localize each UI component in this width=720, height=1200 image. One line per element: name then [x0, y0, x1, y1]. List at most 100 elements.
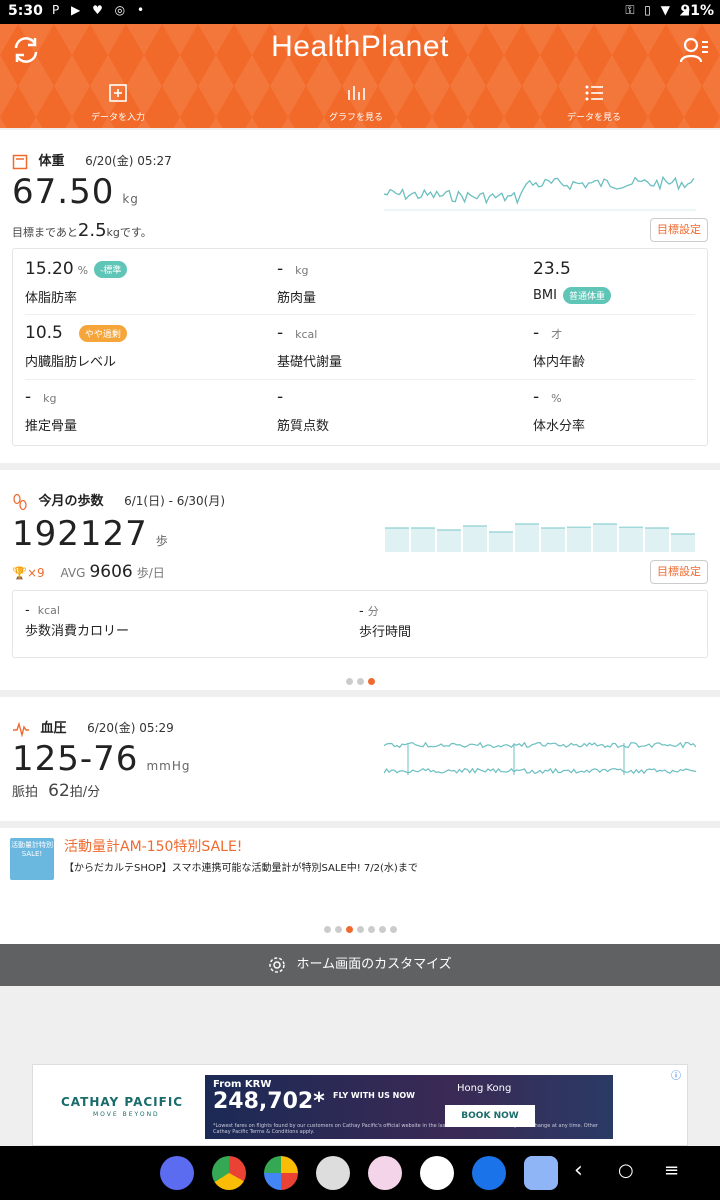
ad-fine-print: *Lowest fares on flights found by our cu…: [213, 1123, 598, 1135]
page-dot[interactable]: [389, 926, 397, 933]
steps-goal-button[interactable]: 目標設定: [650, 560, 708, 584]
chrome-app-icon[interactable]: [212, 1156, 246, 1190]
metric-value: -: [533, 387, 540, 407]
scale-icon: [12, 154, 28, 169]
metric-visceral-fat[interactable]: 10.5 やや過剰 内臓脂肪レベル: [13, 313, 243, 377]
ad-info-icon[interactable]: ⓘ: [671, 1067, 681, 1082]
ad-image[interactable]: From KRW 248,702* FLY WITH US NOW *Lowes…: [205, 1075, 613, 1139]
blood-pressure-card[interactable]: 血圧 6/20(金) 05:29 125-76 mmHg 脈拍 62拍/分: [0, 697, 720, 821]
metric-muscle-mass[interactable]: - kg 筋肉量: [265, 249, 495, 313]
metric-bone-mass[interactable]: - kg 推定骨量: [13, 377, 243, 441]
goal-suffix: です。: [119, 226, 152, 239]
steps-bar: [645, 528, 669, 552]
page-dot-active[interactable]: [367, 678, 375, 685]
metric-body-water[interactable]: -% 体水分率: [521, 377, 720, 441]
weight-value-row: 67.50 kg: [12, 172, 139, 212]
metric-unit: %: [77, 264, 89, 277]
page-dot[interactable]: [345, 678, 353, 685]
steps-value: 192127: [12, 514, 148, 554]
metric-value-row: - kcal: [277, 323, 317, 343]
recents-icon[interactable]: ≡: [664, 1160, 679, 1181]
bar-graph-icon: [296, 82, 416, 106]
calorie-label: 歩数消費カロリー: [25, 624, 130, 639]
weight-unit: kg: [122, 192, 139, 206]
status-badge: やや過剰: [78, 324, 127, 342]
user-menu-icon[interactable]: [678, 34, 710, 66]
steps-date-range: 6/1(日) - 6/30(月): [124, 494, 226, 508]
metric-body-age[interactable]: -才 体内年齢: [521, 313, 720, 377]
app-header: HealthPlanet データを入力 グラフを見る データを見る: [0, 24, 720, 128]
page-dot-active[interactable]: [345, 926, 353, 933]
battery-level: 91%: [680, 3, 714, 19]
steps-card[interactable]: 今月の歩数 6/1(日) - 6/30(月) 192127 歩 🏆×9 AVG 96…: [0, 470, 720, 690]
back-icon[interactable]: ‹: [574, 1158, 583, 1183]
app-drawer-icon[interactable]: [524, 1156, 558, 1190]
app-logo: HealthPlanet: [271, 30, 449, 63]
customize-home-button[interactable]: ホーム画面のカスタマイズ: [0, 944, 720, 986]
weight-title-row: 体重 6/20(金) 05:27: [12, 150, 172, 170]
bp-value: 125-76: [12, 739, 139, 779]
tab-view-data[interactable]: データを見る: [534, 82, 654, 123]
metric-muscle-quality[interactable]: - 筋質点数: [265, 377, 495, 441]
metric-unit: kcal: [295, 328, 318, 341]
avg-label: AVG: [60, 566, 86, 580]
metric-value-row: -: [277, 387, 283, 407]
metric-basal-metabolism[interactable]: - kcal 基礎代謝量: [265, 313, 495, 377]
status-badge: 普通体重: [562, 287, 611, 304]
notification-icons: P ▶ ♥ ◎ •: [52, 3, 149, 17]
tab-input-data[interactable]: データを入力: [58, 82, 178, 123]
walk-time-block: -分 歩行時間: [359, 603, 411, 640]
promo-text: 【からだカルテSHOP】スマホ連携可能な活動量計が特別SALE中! 7/2(水)…: [64, 863, 418, 874]
steps-value-row: 192127 歩: [12, 514, 169, 554]
messages-app-icon[interactable]: [160, 1156, 194, 1190]
status-badge: -標準: [94, 260, 128, 278]
page-dot[interactable]: [323, 926, 331, 933]
ad-city: Hong Kong: [457, 1083, 512, 1094]
metric-bmi[interactable]: 23.5 BMI 普通体重: [521, 249, 720, 313]
weight-goal-button[interactable]: 目標設定: [650, 218, 708, 242]
metric-label: 体脂肪率: [25, 291, 78, 306]
tab-view-graph[interactable]: グラフを見る: [296, 82, 416, 123]
promo-card[interactable]: 活動量計特別SALE! 活動量計AM-150特別SALE! 【からだカルテSHO…: [0, 828, 720, 944]
page-dot[interactable]: [356, 926, 364, 933]
steps-title-row: 今月の歩数 6/1(日) - 6/30(月): [12, 490, 225, 511]
calorie-value-row: - kcal: [25, 603, 129, 618]
home-icon[interactable]: ○: [618, 1160, 634, 1181]
ad-book-button[interactable]: BOOK NOW: [445, 1105, 535, 1127]
walk-time-value-row: -分: [359, 603, 411, 619]
metric-value: -: [277, 323, 284, 343]
page-dot[interactable]: [367, 926, 375, 933]
page-dot[interactable]: [356, 678, 364, 685]
weight-value: 67.50: [12, 172, 115, 212]
metric-value-row: 23.5: [533, 259, 571, 279]
metric-unit: kg: [43, 392, 57, 405]
promo-page-dots[interactable]: [0, 918, 720, 937]
photos-app-icon[interactable]: [264, 1156, 298, 1190]
steps-bar: [515, 524, 539, 552]
camera-app-icon[interactable]: [316, 1156, 350, 1190]
metric-label: 体水分率: [533, 419, 586, 434]
weight-metrics-grid: 15.20% -標準 体脂肪率 - kg 筋肉量 23.5 BMI 普通体重 10.5…: [12, 248, 708, 446]
ad-banner[interactable]: CATHAY PACIFIC MOVE BEYOND From KRW 248,…: [32, 1064, 688, 1146]
avg-unit: 歩/日: [136, 566, 165, 580]
bp-value-row: 125-76 mmHg: [12, 739, 190, 779]
settings-app-icon[interactable]: [472, 1156, 506, 1190]
metric-value: -: [533, 323, 540, 343]
metric-body-fat[interactable]: 15.20% -標準 体脂肪率: [13, 249, 243, 313]
page-dot[interactable]: [378, 926, 386, 933]
steps-bar: [541, 528, 565, 552]
page-dot[interactable]: [334, 926, 342, 933]
promo-title[interactable]: 活動量計AM-150特別SALE!: [64, 836, 242, 856]
goal-unit: kg: [106, 226, 120, 239]
goal-value: 2.5: [77, 220, 107, 241]
customize-label: ホーム画面のカスタマイズ: [296, 957, 452, 972]
maps-app-icon[interactable]: [420, 1156, 454, 1190]
weight-goal-text: 目標まであと2.5kgです。: [12, 220, 152, 241]
metric-label: 筋肉量: [277, 291, 317, 306]
gallery-app-icon[interactable]: [368, 1156, 402, 1190]
steps-page-dots[interactable]: [0, 670, 720, 689]
weight-card[interactable]: 体重 6/20(金) 05:27 67.50 kg 目標まであと2.5kgです。 …: [0, 130, 720, 463]
steps-bar: [567, 527, 591, 552]
steps-title: 今月の歩数: [38, 494, 104, 509]
tab-label: グラフを見る: [328, 113, 383, 123]
